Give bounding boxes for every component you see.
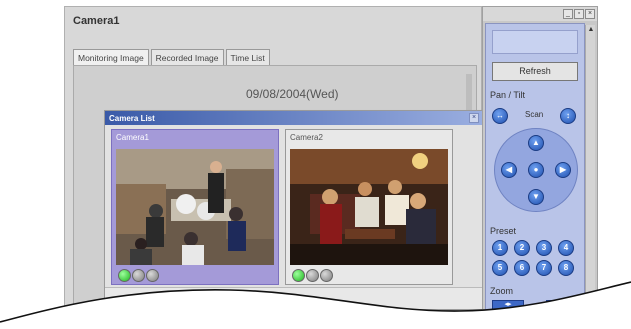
camera-control-panel: Refresh Pan / Tilt ↔ Scan ↕ ▲ ◀ ● ▶ ▼ Pr… <box>485 23 585 311</box>
camera2-image[interactable] <box>290 149 448 265</box>
status-dot-green <box>118 269 131 282</box>
control-panel-frame: _ ▫ × Refresh Pan / Tilt ↔ Scan ↕ ▲ ◀ ● … <box>482 6 598 313</box>
pan-up-down-icon[interactable]: ↕ <box>560 108 576 124</box>
arrow-left-icon[interactable]: ◀ <box>501 162 517 178</box>
side-scrollbar[interactable]: ▲ <box>585 25 595 313</box>
camera2-status <box>292 269 334 282</box>
scroll-up-icon[interactable]: ▲ <box>586 25 596 35</box>
arrow-right-icon[interactable]: ▶ <box>555 162 571 178</box>
camera-label: Camera2 <box>290 133 323 142</box>
preset-button-8[interactable]: 8 <box>558 260 574 276</box>
camera-list-window: Camera List × Camera1 Camera2 <box>104 110 483 310</box>
preset-button-5[interactable]: 5 <box>492 260 508 276</box>
status-display <box>492 30 578 54</box>
home-position-icon[interactable]: ● <box>528 162 544 178</box>
status-dot-gray <box>320 269 333 282</box>
close-icon[interactable]: × <box>585 9 595 19</box>
preset-button-7[interactable]: 7 <box>536 260 552 276</box>
zoom-label: Zoom <box>490 286 514 296</box>
camera-list-title: Camera List <box>109 113 155 123</box>
preset-button-3[interactable]: 3 <box>536 240 552 256</box>
preset-button-4[interactable]: 4 <box>558 240 574 256</box>
date-display: 09/08/2004(Wed) <box>246 87 339 101</box>
status-dot-gray <box>146 269 159 282</box>
camera-card-camera2[interactable]: Camera2 <box>285 129 453 285</box>
window-title: Camera1 <box>73 15 120 27</box>
tab-monitoring-image[interactable]: Monitoring Image <box>73 49 149 65</box>
minimize-icon[interactable]: _ <box>563 9 573 19</box>
panel-titlebar: _ ▫ × <box>483 7 597 21</box>
camera-label: Camera1 <box>116 133 149 142</box>
preset-label: Preset <box>490 226 517 236</box>
camera1-status <box>118 269 160 282</box>
camera-list-footer <box>105 287 482 309</box>
status-dot-gray <box>132 269 145 282</box>
close-icon[interactable]: × <box>469 113 479 123</box>
tab-time-list[interactable]: Time List <box>225 49 270 65</box>
preset-button-1[interactable]: 1 <box>492 240 508 256</box>
preset-button-6[interactable]: 6 <box>514 260 530 276</box>
status-dot-green <box>292 269 305 282</box>
scan-label: Scan <box>525 110 544 119</box>
refresh-button[interactable]: Refresh <box>492 62 578 81</box>
pan-left-right-icon[interactable]: ↔ <box>492 108 508 124</box>
zoom-in-button[interactable]: ▸▸ <box>546 300 578 310</box>
zoom-out-button[interactable]: ◂▸ <box>492 300 524 310</box>
direction-pad: ▲ ◀ ● ▶ ▼ <box>494 128 578 212</box>
tab-recorded-image[interactable]: Recorded Image <box>150 49 224 65</box>
arrow-down-icon[interactable]: ▼ <box>528 189 544 205</box>
preset-button-2[interactable]: 2 <box>514 240 530 256</box>
tab-bar: Monitoring Image Recorded Image Time Lis… <box>73 49 272 65</box>
camera-list-titlebar[interactable]: Camera List <box>105 111 482 125</box>
camera-card-camera1[interactable]: Camera1 <box>111 129 279 285</box>
status-dot-gray <box>306 269 319 282</box>
camera1-image[interactable] <box>116 149 274 265</box>
arrow-up-icon[interactable]: ▲ <box>528 135 544 151</box>
restore-icon[interactable]: ▫ <box>574 9 584 19</box>
pan-tilt-label: Pan / Tilt <box>490 90 526 100</box>
